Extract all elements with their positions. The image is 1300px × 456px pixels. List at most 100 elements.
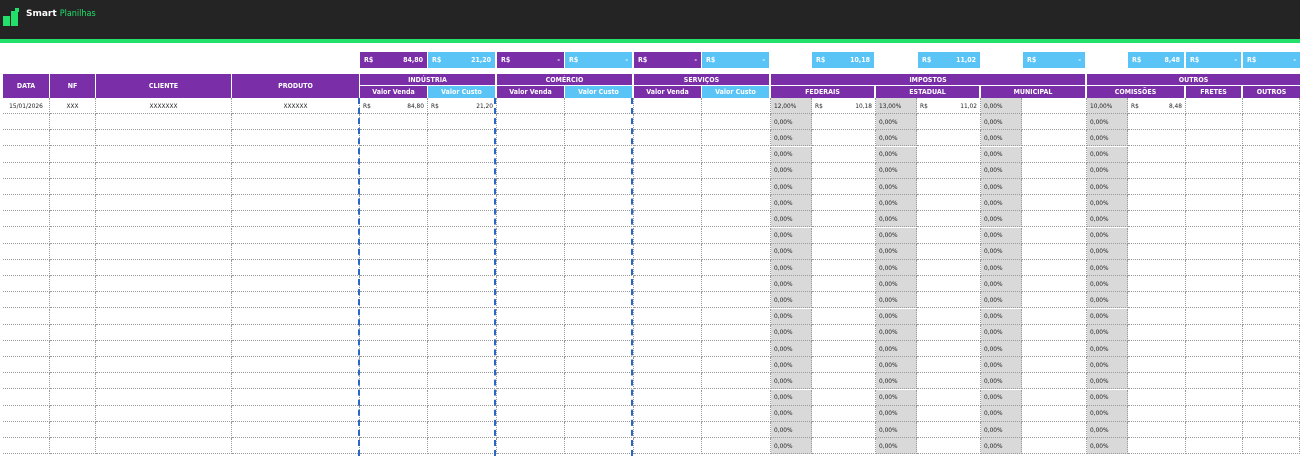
cell-produto[interactable]	[232, 422, 360, 438]
cell-municipal-valor[interactable]	[1022, 341, 1087, 357]
cell-municipal-valor[interactable]	[1022, 308, 1087, 325]
header-municipal[interactable]: MUNICIPAL	[981, 86, 1085, 98]
cell-servicos-venda[interactable]	[634, 195, 702, 212]
cell-fretes[interactable]	[1186, 114, 1243, 131]
cell-fretes[interactable]	[1186, 438, 1243, 455]
cell-cliente[interactable]	[96, 276, 232, 293]
cell-servicos-custo[interactable]	[702, 195, 771, 212]
cell-industria-custo[interactable]: R$ 21,20	[428, 98, 497, 114]
cell-federais-pct[interactable]: 0,00%	[771, 341, 812, 357]
cell-comercio-custo[interactable]	[565, 130, 634, 147]
cell-estadual-valor[interactable]	[917, 195, 981, 212]
cell-comercio-custo[interactable]	[565, 389, 634, 406]
cell-comissoes-pct[interactable]: 0,00%	[1087, 195, 1128, 212]
cell-data[interactable]	[3, 357, 50, 374]
cell-fretes[interactable]	[1186, 292, 1243, 309]
cell-produto[interactable]	[232, 179, 360, 195]
cell-industria-venda[interactable]	[360, 292, 428, 309]
cell-estadual-pct[interactable]: 0,00%	[876, 373, 917, 390]
cell-industria-venda[interactable]	[360, 276, 428, 293]
cell-nf[interactable]	[50, 179, 96, 195]
cell-municipal-pct[interactable]: 0,00%	[981, 292, 1022, 309]
cell-servicos-custo[interactable]	[702, 341, 771, 357]
cell-outros[interactable]	[1243, 405, 1300, 422]
cell-comissoes-valor[interactable]	[1128, 308, 1186, 325]
cell-comissoes-pct[interactable]: 0,00%	[1087, 114, 1128, 131]
cell-servicos-custo[interactable]	[702, 130, 771, 147]
cell-cliente[interactable]	[96, 292, 232, 309]
cell-comissoes-valor[interactable]	[1128, 130, 1186, 147]
cell-comissoes-pct[interactable]: 0,00%	[1087, 260, 1128, 276]
cell-nf[interactable]	[50, 422, 96, 438]
cell-data[interactable]	[3, 405, 50, 422]
cell-comissoes-valor[interactable]	[1128, 438, 1186, 455]
cell-servicos-custo[interactable]	[702, 357, 771, 374]
cell-comissoes-valor[interactable]	[1128, 162, 1186, 179]
cell-servicos-venda[interactable]	[634, 227, 702, 244]
cell-cliente[interactable]	[96, 243, 232, 260]
cell-municipal-pct[interactable]: 0,00%	[981, 308, 1022, 325]
cell-cliente[interactable]	[96, 422, 232, 438]
cell-industria-custo[interactable]	[428, 324, 497, 341]
cell-servicos-venda[interactable]	[634, 438, 702, 455]
cell-municipal-pct[interactable]: 0,00%	[981, 98, 1022, 114]
cell-municipal-valor[interactable]	[1022, 179, 1087, 195]
cell-industria-custo[interactable]	[428, 243, 497, 260]
cell-cliente[interactable]	[96, 195, 232, 212]
cell-municipal-pct[interactable]: 0,00%	[981, 438, 1022, 455]
cell-federais-pct[interactable]: 0,00%	[771, 195, 812, 212]
cell-nf[interactable]	[50, 211, 96, 228]
cell-municipal-valor[interactable]	[1022, 422, 1087, 438]
cell-estadual-valor[interactable]	[917, 357, 981, 374]
cell-servicos-custo[interactable]	[702, 260, 771, 276]
cell-produto[interactable]	[232, 373, 360, 390]
cell-data[interactable]	[3, 422, 50, 438]
cell-municipal-valor[interactable]	[1022, 276, 1087, 293]
cell-comercio-custo[interactable]	[565, 162, 634, 179]
cell-servicos-venda[interactable]	[634, 146, 702, 163]
cell-industria-venda[interactable]	[360, 260, 428, 276]
cell-fretes[interactable]	[1186, 324, 1243, 341]
cell-comissoes-pct[interactable]: 0,00%	[1087, 179, 1128, 195]
cell-estadual-valor[interactable]	[917, 308, 981, 325]
cell-federais-pct[interactable]: 0,00%	[771, 227, 812, 244]
cell-servicos-custo[interactable]	[702, 243, 771, 260]
cell-industria-venda[interactable]	[360, 341, 428, 357]
cell-municipal-pct[interactable]: 0,00%	[981, 146, 1022, 163]
header-comercio-valor-custo[interactable]: Valor Custo	[565, 86, 632, 98]
cell-servicos-venda[interactable]	[634, 373, 702, 390]
cell-comercio-venda[interactable]	[497, 341, 565, 357]
cell-estadual-pct[interactable]: 0,00%	[876, 211, 917, 228]
cell-estadual-valor[interactable]	[917, 292, 981, 309]
cell-federais-valor[interactable]	[812, 162, 876, 179]
cell-municipal-pct[interactable]: 0,00%	[981, 227, 1022, 244]
cell-outros[interactable]	[1243, 260, 1300, 276]
cell-comissoes-pct[interactable]: 0,00%	[1087, 130, 1128, 147]
cell-federais-pct[interactable]: 0,00%	[771, 422, 812, 438]
cell-federais-pct[interactable]: 0,00%	[771, 292, 812, 309]
cell-industria-custo[interactable]	[428, 405, 497, 422]
cell-comercio-venda[interactable]	[497, 195, 565, 212]
cell-cliente[interactable]	[96, 227, 232, 244]
header-industria-valor-custo[interactable]: Valor Custo	[428, 86, 495, 98]
cell-municipal-pct[interactable]: 0,00%	[981, 341, 1022, 357]
cell-comissoes-valor[interactable]	[1128, 422, 1186, 438]
cell-municipal-pct[interactable]: 0,00%	[981, 373, 1022, 390]
cell-comissoes-valor[interactable]	[1128, 243, 1186, 260]
cell-municipal-valor[interactable]	[1022, 114, 1087, 131]
cell-servicos-custo[interactable]	[702, 308, 771, 325]
cell-federais-valor[interactable]	[812, 341, 876, 357]
cell-municipal-valor[interactable]	[1022, 146, 1087, 163]
cell-data[interactable]	[3, 308, 50, 325]
cell-federais-pct[interactable]: 0,00%	[771, 179, 812, 195]
cell-federais-pct[interactable]: 0,00%	[771, 405, 812, 422]
cell-comercio-custo[interactable]	[565, 114, 634, 131]
cell-comercio-custo[interactable]	[565, 405, 634, 422]
cell-comercio-custo[interactable]	[565, 195, 634, 212]
cell-fretes[interactable]	[1186, 179, 1243, 195]
cell-comercio-custo[interactable]	[565, 373, 634, 390]
cell-nf[interactable]	[50, 389, 96, 406]
cell-comissoes-pct[interactable]: 0,00%	[1087, 243, 1128, 260]
cell-federais-pct[interactable]: 0,00%	[771, 373, 812, 390]
cell-municipal-pct[interactable]: 0,00%	[981, 243, 1022, 260]
